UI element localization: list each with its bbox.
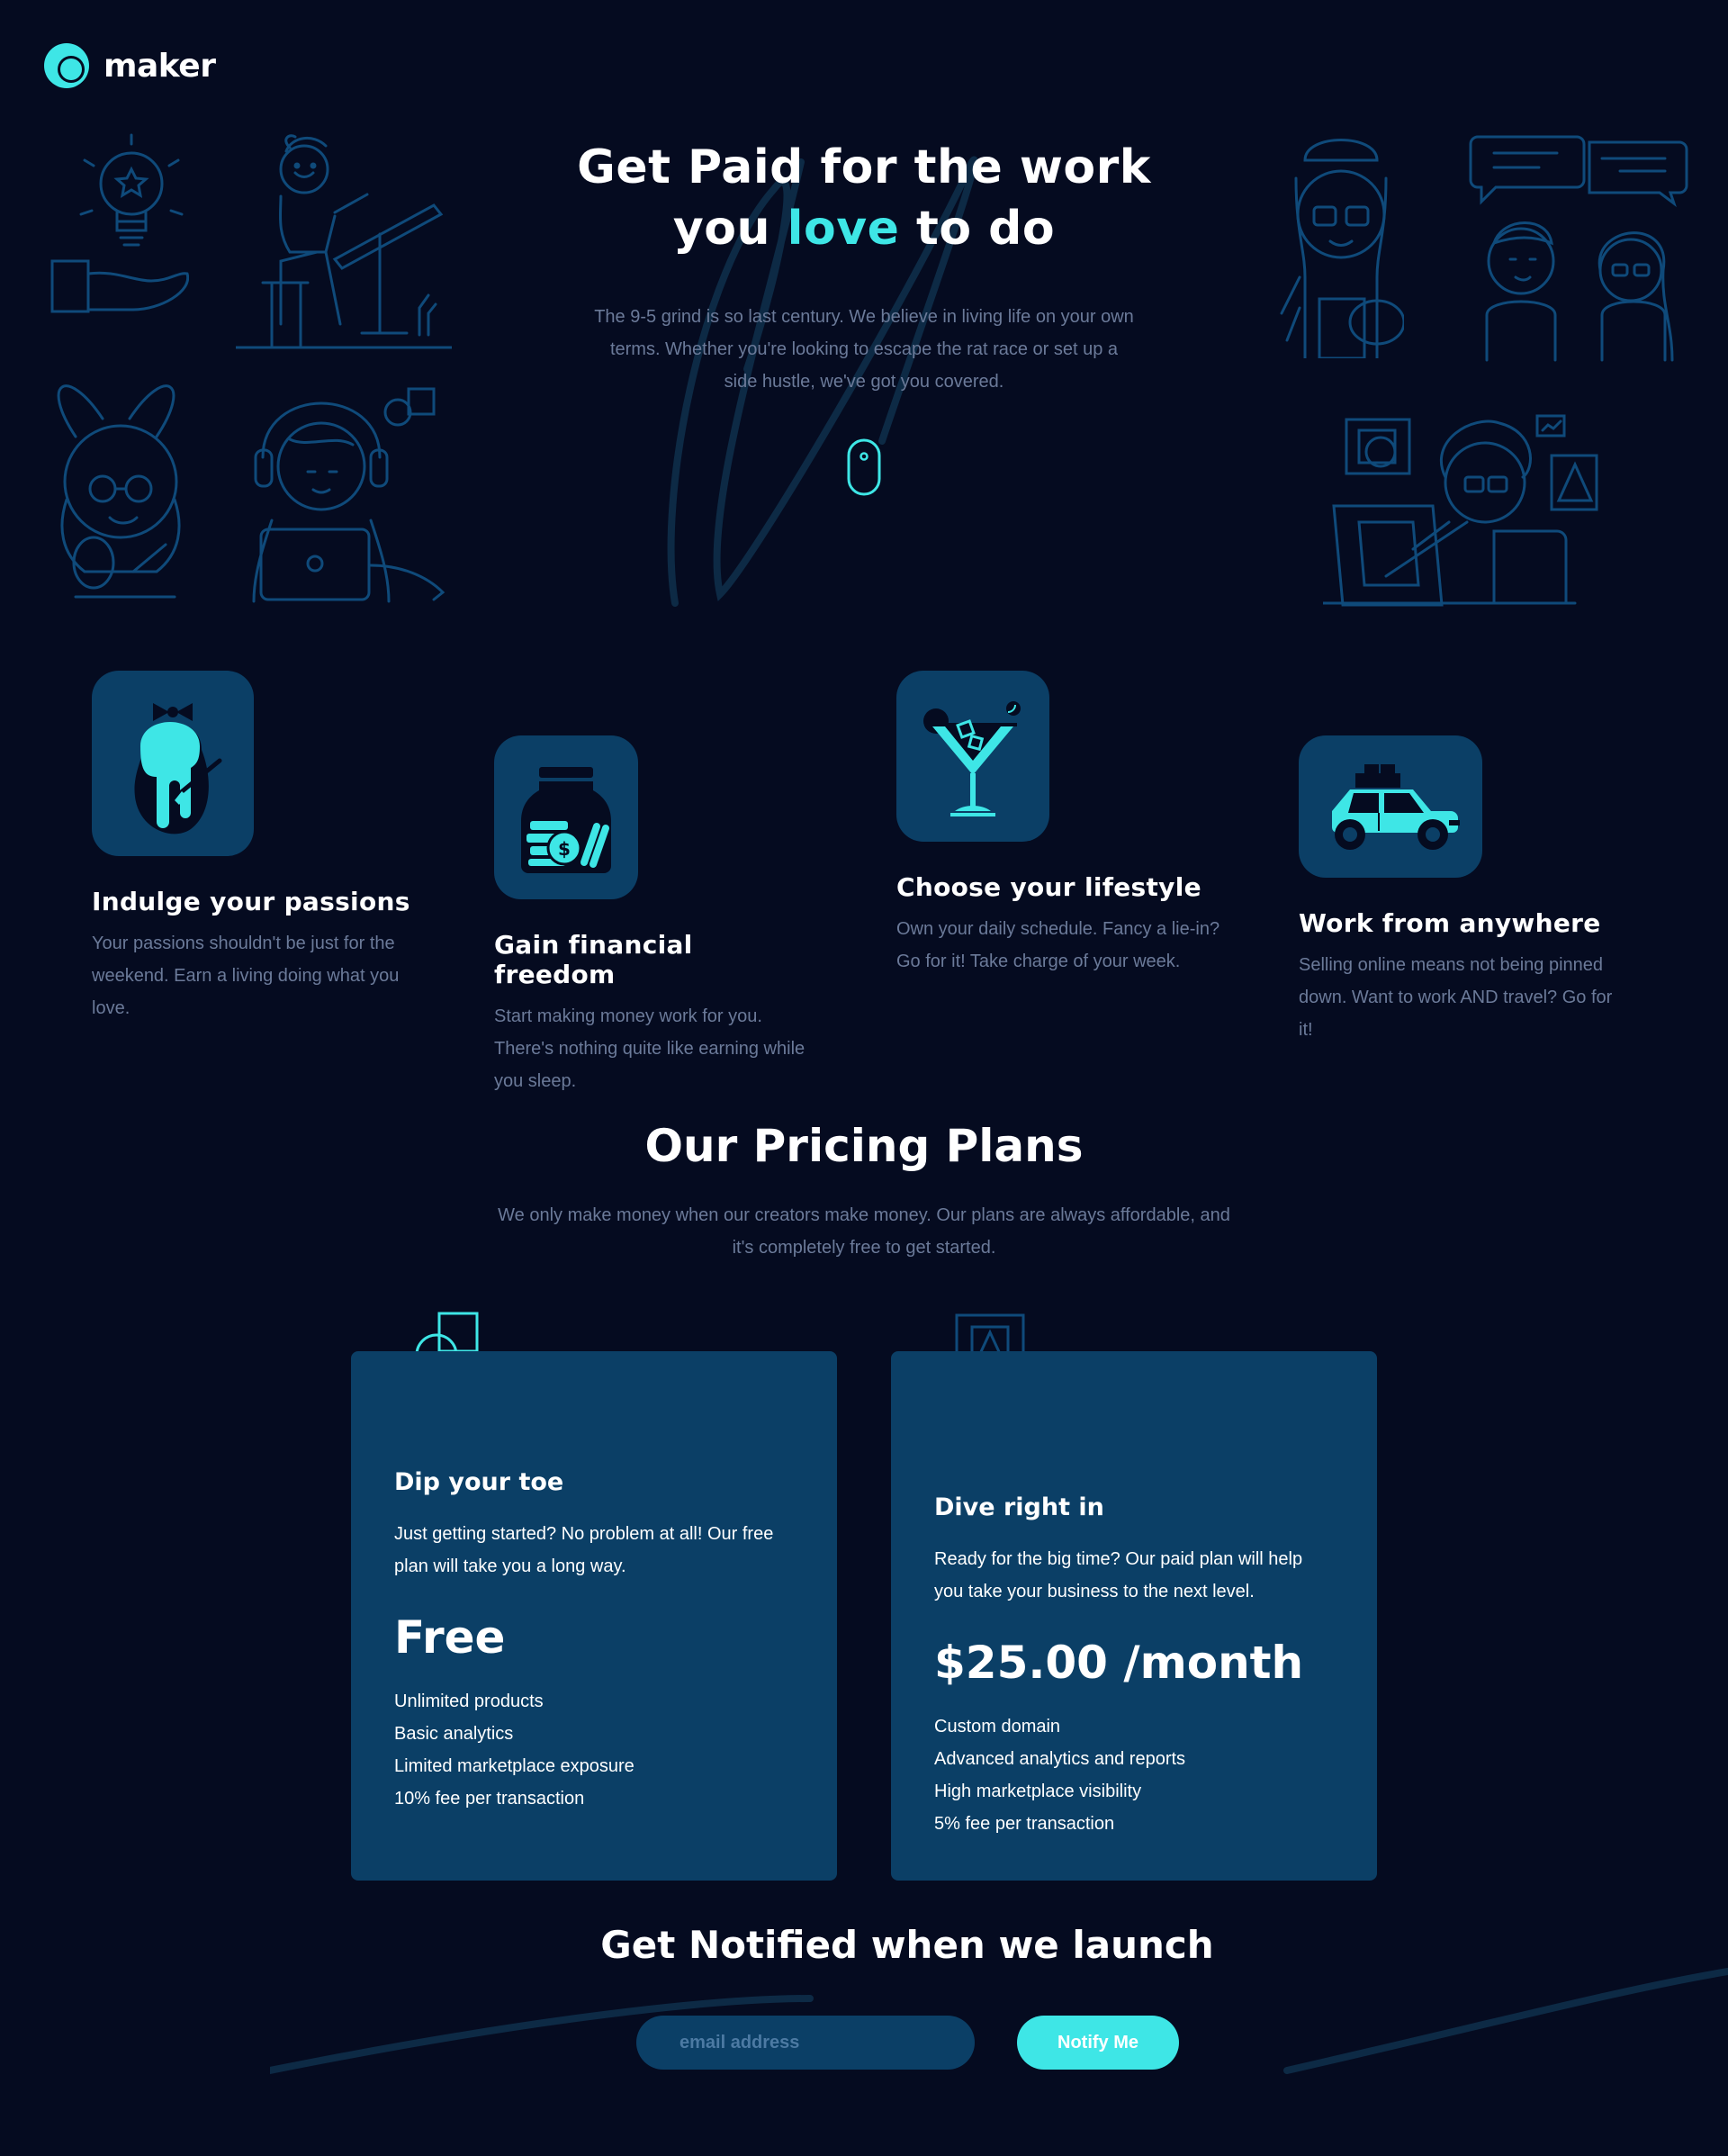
feature-tile: $ <box>494 735 638 899</box>
feature-title: Gain financial freedom <box>494 930 693 989</box>
plan-card-paid: Dive right in Ready for the big time? Ou… <box>891 1351 1377 1881</box>
feature-tile <box>896 671 1049 842</box>
plan-feature: Advanced analytics and reports <box>934 1749 1186 1769</box>
car-icon <box>1332 764 1460 850</box>
plan-feature: Basic analytics <box>394 1724 514 1744</box>
feature-lifestyle: Choose your lifestyle Own your daily sch… <box>896 671 1220 978</box>
money-jar-icon: $ <box>521 767 611 873</box>
hero-title-pre: you <box>672 202 788 256</box>
plan-feature: Limited marketplace exposure <box>394 1756 634 1776</box>
plan-feature: High marketplace visibility <box>934 1782 1142 1801</box>
hero-title-post: to do <box>899 202 1056 256</box>
brand-name: maker <box>104 47 216 85</box>
cocktail-icon <box>923 701 1021 816</box>
hero-subtitle: The 9-5 grind is so last century. We bel… <box>594 307 1134 392</box>
feature-tile <box>92 671 254 856</box>
bunny-ears-kid-illustration <box>57 384 181 599</box>
plan-price: $25.00 /month <box>934 1637 1304 1689</box>
artist-drafting-table-illustration <box>236 134 452 349</box>
notify-title: Get Notified when we launch <box>600 1923 1214 1967</box>
chat-bubbles-people-illustration <box>1469 135 1688 362</box>
plan-feature: Custom domain <box>934 1717 1061 1737</box>
hero-title-accent: love <box>787 202 900 256</box>
pricing-title: Our Pricing Plans <box>644 1120 1084 1172</box>
paint-drip-icon <box>134 703 222 834</box>
designer-desk-illustration <box>1323 414 1598 607</box>
plan-feature: Unlimited products <box>394 1691 544 1711</box>
logo-icon <box>44 43 89 88</box>
plan-feature: 5% fee per transaction <box>934 1814 1115 1834</box>
picture-frame-decoration <box>955 1313 1025 1356</box>
plan-description: Just getting started? No problem at all!… <box>394 1524 774 1576</box>
feature-financial-freedom: $ Gain financial freedom Start making mo… <box>494 735 818 1097</box>
feature-title: Work from anywhere <box>1299 908 1601 938</box>
feature-text: Your passions shouldn't be just for the … <box>92 934 400 1018</box>
plan-description: Ready for the big time? Our paid plan wi… <box>934 1549 1303 1601</box>
plan-name: Dip your toe <box>394 1468 564 1496</box>
headphones-laptop-illustration <box>252 387 446 603</box>
mouse-scroll-icon[interactable] <box>846 438 882 497</box>
plan-card-free: Dip your toe Just getting started? No pr… <box>351 1351 837 1881</box>
feature-title: Indulge your passions <box>92 887 410 916</box>
site-logo[interactable]: maker <box>42 41 216 90</box>
feature-text: Own your daily schedule. Fancy a lie-in?… <box>896 919 1220 971</box>
feature-work-anywhere: Work from anywhere Selling online means … <box>1299 735 1623 1046</box>
plan-name: Dive right in <box>934 1493 1104 1521</box>
plan-feature-list: Custom domain Advanced analytics and rep… <box>934 1710 1334 1840</box>
painter-woman-illustration <box>1280 139 1404 358</box>
plan-price: Free <box>394 1611 506 1664</box>
feature-passions: Indulge your passions Your passions shou… <box>92 671 416 1024</box>
feature-text: Selling online means not being pinned do… <box>1299 955 1613 1040</box>
hero-title-line1: Get Paid for the work <box>577 140 1151 194</box>
pricing-subtitle: We only make money when our creators mak… <box>498 1205 1230 1258</box>
notify-me-button[interactable]: Notify Me <box>1017 2016 1179 2070</box>
plan-feature: 10% fee per transaction <box>394 1789 585 1809</box>
feature-text: Start making money work for you. There's… <box>494 1006 806 1091</box>
plan-feature-list: Unlimited products Basic analytics Limit… <box>394 1685 794 1815</box>
hero-title: Get Paid for the work you love to do <box>504 137 1224 259</box>
feature-title: Choose your lifestyle <box>896 872 1202 902</box>
lightbulb-hand-illustration <box>50 133 189 313</box>
email-input[interactable] <box>636 2016 975 2070</box>
feature-tile <box>1299 735 1482 878</box>
svg-text:$: $ <box>558 838 571 860</box>
